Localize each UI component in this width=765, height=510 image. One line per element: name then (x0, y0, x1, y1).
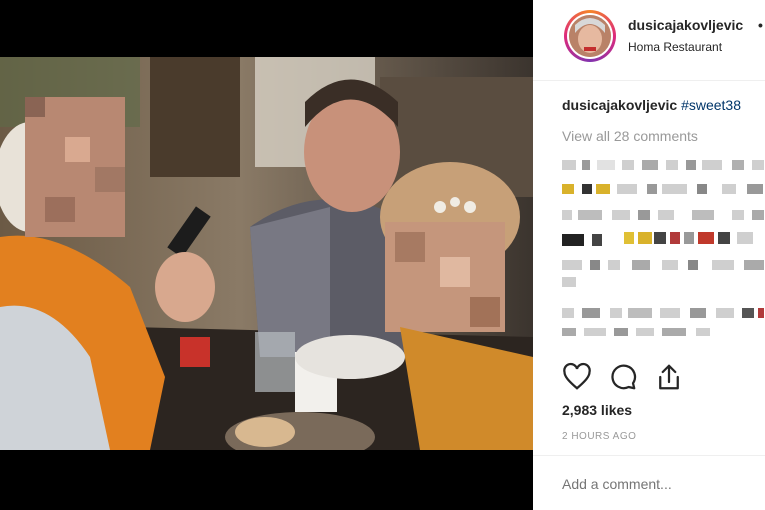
comment-icon (611, 364, 637, 390)
share-icon (659, 364, 679, 390)
censored-comments (562, 152, 765, 342)
instagram-post-view: dusicajakovljevic • Homa Restaurant dusi… (0, 0, 765, 510)
post-sidebar: dusicajakovljevic • Homa Restaurant dusi… (533, 0, 765, 510)
share-button[interactable] (654, 362, 684, 392)
post-location[interactable]: Homa Restaurant (628, 40, 722, 54)
add-comment-input[interactable] (562, 476, 752, 492)
restaurant-photo (0, 57, 533, 450)
caption-hashtag[interactable]: #sweet38 (681, 97, 741, 113)
avatar-ring (567, 13, 613, 59)
like-count[interactable]: 2,983 likes (562, 402, 632, 418)
caption-username[interactable]: dusicajakovljevic (562, 97, 677, 113)
post-username[interactable]: dusicajakovljevic (628, 17, 743, 33)
view-all-comments-link[interactable]: View all 28 comments (562, 128, 698, 144)
divider (533, 455, 765, 456)
avatar[interactable] (564, 10, 616, 62)
avatar-face (569, 15, 611, 57)
post-photo[interactable] (0, 57, 533, 450)
post-actions (562, 362, 765, 392)
like-button[interactable] (562, 362, 592, 392)
pixelated-comments-image (562, 160, 764, 336)
post-header: dusicajakovljevic • Homa Restaurant (533, 0, 765, 81)
post-caption: dusicajakovljevic #sweet38 (562, 97, 741, 113)
follow-separator: • (758, 17, 763, 33)
heart-icon (563, 362, 591, 390)
comment-button[interactable] (608, 362, 638, 392)
post-timestamp: 2 HOURS AGO (562, 431, 637, 442)
avatar-image (569, 15, 611, 57)
photo-panel (0, 0, 533, 510)
